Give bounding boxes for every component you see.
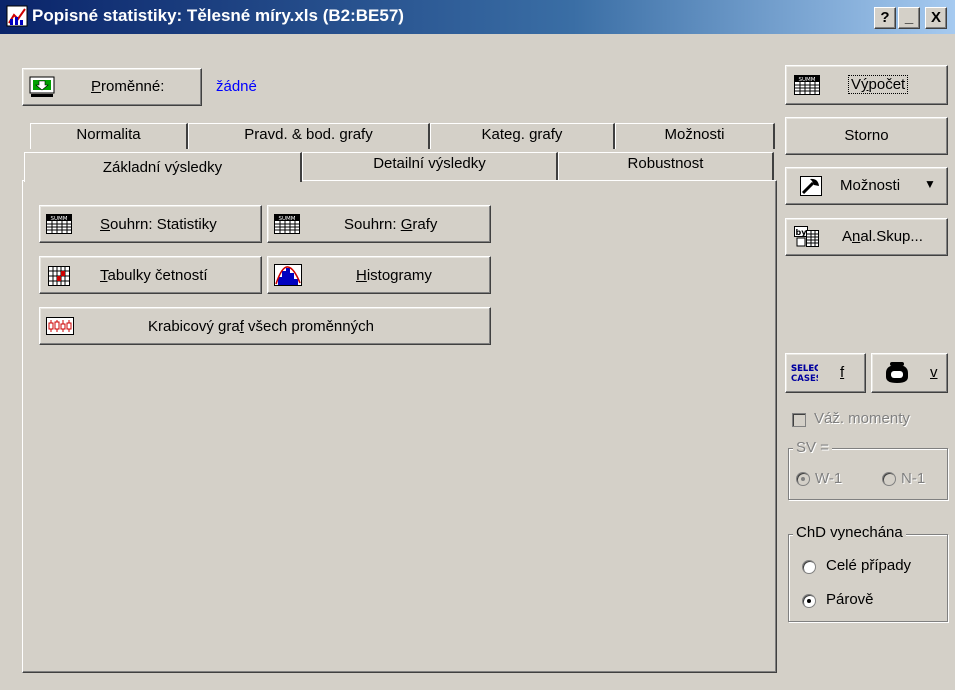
boxplot-all-variables-button[interactable]: Krabicový graf všech proměnných xyxy=(39,307,491,345)
casewise-radio[interactable] xyxy=(802,560,816,574)
frequency-table-icon xyxy=(48,266,70,286)
df-group-label: SV = xyxy=(793,439,832,456)
boxplot-icon xyxy=(46,317,74,335)
svg-text:SUMM: SUMM xyxy=(278,216,295,222)
variables-button[interactable]: Proměnné: xyxy=(22,68,202,106)
compute-label: Výpočet xyxy=(848,75,909,94)
help-button[interactable]: ? xyxy=(874,7,896,29)
svg-text:CASES: CASES xyxy=(791,374,818,384)
variables-label: Proměnné: xyxy=(91,78,165,95)
missing-data-groupbox xyxy=(788,534,948,622)
variables-icon xyxy=(29,76,55,97)
summary-graphs-icon: SUMM xyxy=(274,214,300,234)
by-group-icon: by xyxy=(794,226,819,247)
df-w1-radio[interactable] xyxy=(796,472,810,486)
select-cases-key: f xyxy=(840,364,845,381)
compute-button[interactable]: SUMM Výpočet xyxy=(785,65,948,105)
options-icon xyxy=(800,176,822,196)
pairwise-label: Párově xyxy=(826,591,874,608)
summary-icon: SUMM xyxy=(46,214,72,234)
df-n1-label: N-1 xyxy=(901,470,926,487)
by-group-analysis-button[interactable]: by Anal.Skup... xyxy=(785,218,948,256)
window-title: Popisné statistiky: Tělesné míry.xls (B2… xyxy=(32,6,404,25)
boxplot-label: Krabicový graf všech proměnných xyxy=(148,318,374,335)
summary-statistics-button[interactable]: SUMM Souhrn: Statistiky xyxy=(39,205,262,243)
summary-graphs-label: Souhrn: Grafy xyxy=(344,216,438,233)
svg-text:by: by xyxy=(796,228,808,237)
df-n1-radio[interactable] xyxy=(882,472,896,486)
svg-text:SELECT: SELECT xyxy=(791,364,818,374)
weighted-moments-label: Váž. momenty xyxy=(814,410,910,427)
pairwise-radio[interactable] xyxy=(802,594,816,608)
title-bar: Popisné statistiky: Tělesné míry.xls (B2… xyxy=(0,0,955,34)
dropdown-arrow-icon: ▼ xyxy=(924,177,936,191)
svg-text:SUMM: SUMM xyxy=(50,216,67,222)
svg-text:SUMM: SUMM xyxy=(798,77,815,83)
cancel-button[interactable]: Storno xyxy=(785,117,948,155)
select-cases-icon: SELECT CASES SELECT CASES xyxy=(791,364,818,384)
cancel-label: Storno xyxy=(844,127,889,144)
frequency-tables-button[interactable]: Tabulky četností xyxy=(39,256,262,294)
options-button[interactable]: Možnosti ▼ xyxy=(785,167,948,205)
tab-probability-plots[interactable]: Pravd. & bod. grafy xyxy=(188,123,430,149)
summary-statistics-label: Souhrn: Statistiky xyxy=(100,216,217,233)
minimize-button[interactable]: _ xyxy=(898,7,920,29)
select-cases-button[interactable]: SELECT CASES SELECT CASES f xyxy=(785,353,866,393)
histogram-icon xyxy=(274,264,302,286)
compute-icon: SUMM xyxy=(794,75,820,95)
df-w1-label: W-1 xyxy=(815,470,843,487)
missing-data-group-label: ChD vynechána xyxy=(793,524,906,541)
tab-basic-results[interactable]: Základní výsledky xyxy=(24,152,302,182)
weight-icon xyxy=(886,362,908,383)
tab-categorized-graphs[interactable]: Kateg. grafy xyxy=(430,123,615,149)
tab-panel xyxy=(22,180,777,673)
tab-detailed-results[interactable]: Detailní výsledky xyxy=(302,152,558,180)
close-button[interactable]: X xyxy=(925,7,947,29)
by-group-label: Anal.Skup... xyxy=(842,228,923,245)
variables-value: žádné xyxy=(216,78,257,95)
tab-robustness[interactable]: Robustnost xyxy=(558,152,774,180)
summary-graphs-button[interactable]: SUMM Souhrn: Grafy xyxy=(267,205,491,243)
tab-normality[interactable]: Normalita xyxy=(30,123,188,149)
weight-key: v xyxy=(930,364,938,381)
options-label: Možnosti xyxy=(840,177,901,194)
frequency-tables-label: Tabulky četností xyxy=(100,267,208,284)
weight-button[interactable]: v xyxy=(871,353,948,393)
weighted-moments-checkbox[interactable] xyxy=(792,413,806,427)
tab-options[interactable]: Možnosti xyxy=(615,123,775,149)
app-icon xyxy=(6,5,28,27)
histograms-button[interactable]: Histogramy xyxy=(267,256,491,294)
casewise-label: Celé případy xyxy=(826,557,912,574)
histograms-label: Histogramy xyxy=(356,267,432,284)
